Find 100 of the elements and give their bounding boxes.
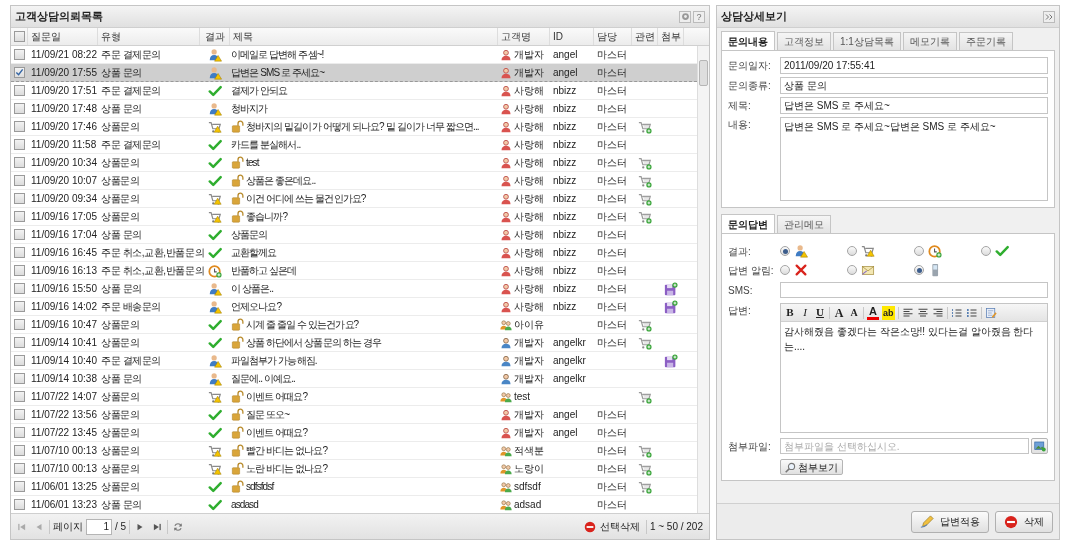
- table-cell[interactable]: 카드를 분실해서..: [231, 137, 301, 152]
- align-center-icon[interactable]: [916, 306, 929, 319]
- table-row[interactable]: 11/09/16 14:02 주문 배송문의 언제오나요? 사랑해 nbizz 마스터: [11, 298, 697, 316]
- table-cell[interactable]: 결제가 안되요: [231, 83, 288, 98]
- table-row[interactable]: 11/07/22 14:07 상품문의 이벤트 어때요? test: [11, 388, 697, 406]
- column-header[interactable]: ID: [553, 29, 563, 44]
- table-row[interactable]: 11/09/16 10:47 상품문의 시계 줄 줄일 수 있는건가요? 아이유 마스터: [11, 316, 697, 334]
- settings-button[interactable]: [679, 10, 691, 23]
- tab[interactable]: 메모기록: [902, 32, 957, 50]
- toolbar-button[interactable]: U: [814, 305, 826, 320]
- checkbox[interactable]: [14, 301, 25, 312]
- table-cell[interactable]: 이벤트 어때요?: [246, 389, 308, 404]
- column-header[interactable]: 결과: [204, 29, 225, 44]
- align-left-icon[interactable]: [901, 306, 914, 319]
- table-row[interactable]: 11/09/20 09:34 상품문의 이건 어디에 쓰는 물건인가요? 사랑해 nbizz 마스터: [11, 190, 697, 208]
- table-cell[interactable]: 상품 하단에서 상품문의 하는 경우: [246, 335, 381, 350]
- help-button[interactable]: ?: [693, 10, 705, 23]
- table-row[interactable]: 11/07/10 00:13 상품문의 빨간 바디는 없나요? 적색분 마스터: [11, 442, 697, 460]
- table-row[interactable]: 11/09/14 10:41 상품문의 상품 하단에서 상품문의 하는 경우 개발자 angelkr 마스터: [11, 334, 697, 352]
- content-field[interactable]: 답변은 SMS 로 주세요~답변은 SMS 로 주세요~: [780, 117, 1048, 201]
- table-row[interactable]: 11/09/20 11:58 주문 결제문의 카드를 분실해서.. 사랑해 nbizz 마스터: [11, 136, 697, 154]
- tab[interactable]: 1:1상담목록: [833, 32, 901, 50]
- table-row[interactable]: 11/07/10 00:13 상품문의 노란 바디는 없나요? 노랑이 마스터: [11, 460, 697, 478]
- table-row[interactable]: 11/09/21 08:22 주문 결제문의 이메일로 답변해 주셈~! 개발자 angel 마스터: [11, 46, 697, 64]
- column-header[interactable]: 유형: [101, 29, 121, 44]
- toolbar-button[interactable]: A: [848, 305, 860, 320]
- page-input[interactable]: 1: [86, 518, 112, 535]
- checkbox[interactable]: [14, 49, 25, 60]
- table-cell[interactable]: 빨간 바디는 없나요?: [246, 443, 328, 458]
- table-row[interactable]: 11/09/20 17:55 상품 문의 답변은 SMS 로 주세요~ 개발자 angel 마스터: [11, 64, 697, 82]
- bullet-list-icon[interactable]: [965, 306, 978, 319]
- table-cell[interactable]: 질문에.. 이예요..: [231, 371, 295, 386]
- table-row[interactable]: 11/09/16 17:04 상품 문의 상품문의 사랑해 nbizz 마스터: [11, 226, 697, 244]
- toolbar-button[interactable]: A: [833, 305, 845, 320]
- text-field[interactable]: 답변은 SMS 로 주세요~: [780, 97, 1048, 114]
- radio-button[interactable]: [981, 246, 991, 256]
- checkbox[interactable]: [13, 31, 25, 42]
- table-row[interactable]: 11/07/22 13:56 상품문의 질문 또오~ 개발자 angel 마스터: [11, 406, 697, 424]
- checkbox[interactable]: [14, 85, 25, 96]
- toolbar-button[interactable]: ab: [882, 305, 895, 320]
- column-header[interactable]: 고객명: [501, 29, 531, 44]
- table-row[interactable]: 11/09/16 16:13 주문 취소,교환,반품문의 반품하고 싶은데 사랑해 nbizz 마스터: [11, 262, 697, 280]
- table-row[interactable]: 11/09/20 17:51 주문 결제문의 결제가 안되요 사랑해 nbizz 마스터: [11, 82, 697, 100]
- first-page-icon[interactable]: [17, 521, 27, 532]
- radio-button[interactable]: [780, 265, 790, 275]
- toolbar-button[interactable]: B: [784, 305, 796, 320]
- delete-selected-button[interactable]: 선택삭제: [580, 519, 643, 534]
- checkbox[interactable]: [14, 211, 25, 222]
- column-header[interactable]: 첨부: [660, 29, 681, 44]
- radio-button[interactable]: [914, 246, 924, 256]
- align-right-icon[interactable]: [931, 306, 944, 319]
- checkbox[interactable]: [14, 337, 25, 348]
- table-row[interactable]: 11/09/16 16:45 주문 취소,교환,반품문의 교환할께요 사랑해 nbizz 마스터: [11, 244, 697, 262]
- table-cell[interactable]: 이 상품은..: [231, 281, 274, 296]
- table-cell[interactable]: 이벤트 어때요?: [246, 425, 308, 440]
- table-cell[interactable]: 질문 또오~: [246, 407, 290, 422]
- table-cell[interactable]: 파일첨부가 가능해짐.: [231, 353, 317, 368]
- checkbox[interactable]: [14, 283, 25, 294]
- scrollbar[interactable]: [697, 46, 709, 513]
- table-cell[interactable]: test: [246, 155, 259, 170]
- checkbox[interactable]: [14, 499, 25, 510]
- checkbox[interactable]: [14, 139, 25, 150]
- checkbox[interactable]: [14, 373, 25, 384]
- table-cell[interactable]: 상품문의: [231, 227, 268, 242]
- delete-button[interactable]: 삭제: [995, 510, 1053, 533]
- text-field[interactable]: 2011/09/20 17:55:41: [780, 57, 1048, 74]
- table-cell[interactable]: 청바지가: [231, 101, 268, 116]
- table-row[interactable]: 11/07/22 13:45 상품문의 이벤트 어때요? 개발자 angel 마스터: [11, 424, 697, 442]
- apply-answer-button[interactable]: 답변적용: [911, 510, 989, 533]
- last-page-icon[interactable]: [152, 521, 163, 532]
- checkbox[interactable]: [14, 427, 25, 438]
- text-field[interactable]: 상품 문의: [780, 77, 1048, 94]
- collapse-button[interactable]: [1043, 10, 1055, 23]
- previous-page-icon[interactable]: [34, 521, 44, 532]
- refresh-icon[interactable]: [173, 521, 184, 532]
- table-cell[interactable]: 이메일로 답변해 주셈~!: [231, 47, 324, 62]
- ordered-list-icon[interactable]: [950, 306, 963, 319]
- column-header[interactable]: 담당: [597, 29, 617, 44]
- table-cell[interactable]: 반품하고 싶은데: [231, 263, 297, 278]
- table-cell[interactable]: 청바지의 밑길이가 어떻게 되나요? 밑 길이가 너무 짧으면...: [246, 119, 479, 134]
- table-cell[interactable]: asdasd: [231, 497, 258, 512]
- radio-button[interactable]: [914, 265, 924, 275]
- sms-field[interactable]: [780, 282, 1048, 298]
- source-icon[interactable]: [984, 306, 997, 319]
- checkbox[interactable]: [14, 409, 25, 420]
- table-cell[interactable]: 좋습니까?: [246, 209, 288, 224]
- checkbox[interactable]: [14, 463, 25, 474]
- column-header[interactable]: 질문일: [31, 29, 61, 44]
- table-cell[interactable]: 시계 줄 줄일 수 있는건가요?: [246, 317, 359, 332]
- toolbar-button[interactable]: I: [799, 305, 811, 320]
- file-field[interactable]: 첨부파일을 선택하십시오.: [780, 438, 1029, 454]
- checkbox[interactable]: [14, 193, 25, 204]
- checkbox[interactable]: [14, 229, 25, 240]
- table-row[interactable]: 11/09/14 10:40 주문 결제문의 파일첨부가 가능해짐. 개발자 angelkr: [11, 352, 697, 370]
- checkbox[interactable]: [14, 175, 25, 186]
- browse-button[interactable]: [1031, 438, 1048, 454]
- tab[interactable]: 관리메모: [777, 215, 831, 233]
- checkbox[interactable]: [14, 319, 25, 330]
- tab[interactable]: 주문기록: [958, 32, 1013, 50]
- tab[interactable]: 문의답변: [721, 214, 775, 233]
